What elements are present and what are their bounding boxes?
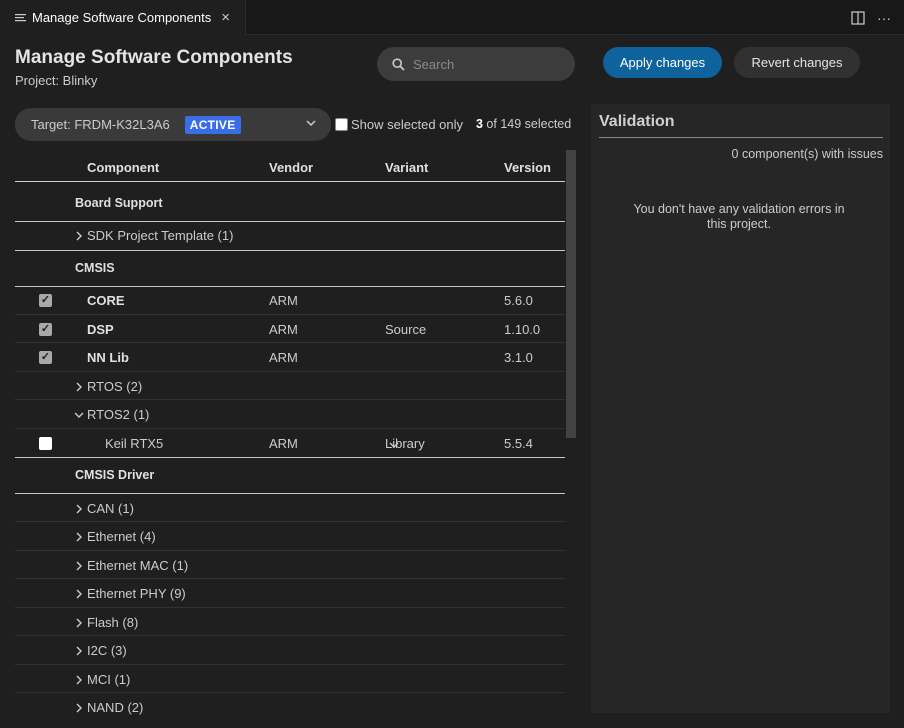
divider bbox=[15, 578, 565, 579]
show-selected-only-toggle[interactable]: Show selected only bbox=[335, 117, 463, 132]
component-vendor: ARM bbox=[269, 436, 298, 451]
editor-tab-bar: Manage Software Components × ··· bbox=[0, 0, 904, 35]
divider bbox=[15, 371, 565, 372]
divider bbox=[15, 286, 565, 287]
component-version: 1.10.0 bbox=[504, 322, 541, 337]
divider bbox=[15, 550, 565, 551]
table-header: Component Vendor Variant Version bbox=[15, 152, 565, 182]
chevron-right-icon[interactable] bbox=[75, 532, 83, 542]
tab-manage-software-components[interactable]: Manage Software Components × bbox=[0, 0, 246, 35]
column-component[interactable]: Component bbox=[87, 160, 159, 175]
validation-panel: Validation 0 component(s) with issues Yo… bbox=[591, 104, 890, 713]
search-box[interactable] bbox=[377, 47, 575, 81]
split-editor-icon[interactable] bbox=[850, 10, 866, 26]
divider bbox=[15, 664, 565, 665]
divider bbox=[15, 314, 565, 315]
component-name: NN Lib bbox=[87, 350, 129, 365]
project-name: Project: Blinky bbox=[15, 73, 98, 88]
category-name: CMSIS bbox=[75, 261, 115, 275]
divider bbox=[15, 521, 565, 522]
divider bbox=[15, 607, 565, 608]
more-actions-icon[interactable]: ··· bbox=[876, 10, 892, 26]
column-version[interactable]: Version bbox=[504, 160, 551, 175]
group-name: Ethernet MAC (1) bbox=[87, 558, 189, 573]
group-name: Ethernet PHY (9) bbox=[87, 586, 186, 601]
group-name: MCI (1) bbox=[87, 672, 131, 687]
target-label: Target: FRDM-K32L3A6 bbox=[31, 117, 170, 132]
component-name: DSP bbox=[87, 322, 114, 337]
divider bbox=[15, 493, 565, 494]
group-name: RTOS (2) bbox=[87, 379, 143, 394]
variant-dropdown[interactable]: Library bbox=[385, 436, 425, 451]
divider bbox=[15, 428, 565, 429]
show-selected-label: Show selected only bbox=[351, 117, 464, 132]
show-selected-checkbox[interactable] bbox=[335, 118, 348, 131]
column-variant[interactable]: Variant bbox=[385, 160, 428, 175]
group-name: I2C (3) bbox=[87, 643, 127, 658]
column-vendor[interactable]: Vendor bbox=[269, 160, 313, 175]
revert-changes-button[interactable]: Revert changes bbox=[734, 47, 860, 78]
group-name: SDK Project Template (1) bbox=[87, 228, 234, 243]
component-variant: Library bbox=[385, 436, 425, 451]
close-icon[interactable]: × bbox=[221, 9, 230, 26]
components-table: Component Vendor Variant Version Board S… bbox=[15, 152, 565, 728]
group-name: NAND (2) bbox=[87, 700, 144, 715]
divider bbox=[599, 137, 883, 138]
chevron-right-icon[interactable] bbox=[75, 231, 83, 241]
chevron-right-icon[interactable] bbox=[75, 382, 83, 392]
component-vendor: ARM bbox=[269, 322, 298, 337]
chevron-right-icon[interactable] bbox=[75, 675, 83, 685]
divider bbox=[15, 399, 565, 400]
selected-number: 3 bbox=[476, 117, 483, 131]
search-icon bbox=[392, 57, 405, 71]
category-name: Board Support bbox=[75, 196, 163, 210]
chevron-right-icon[interactable] bbox=[75, 589, 83, 599]
divider bbox=[15, 221, 565, 222]
component-name: Keil RTX5 bbox=[105, 436, 164, 451]
divider bbox=[15, 250, 565, 251]
group-name: Ethernet (4) bbox=[87, 529, 156, 544]
component-vendor: ARM bbox=[269, 293, 298, 308]
chevron-right-icon[interactable] bbox=[75, 504, 83, 514]
validation-issue-count: 0 component(s) with issues bbox=[731, 147, 883, 161]
group-name: RTOS2 (1) bbox=[87, 407, 150, 422]
preview-icon bbox=[15, 13, 26, 21]
chevron-right-icon[interactable] bbox=[75, 618, 83, 628]
divider bbox=[15, 635, 565, 636]
component-version: 3.1.0 bbox=[504, 350, 533, 365]
chevron-right-icon[interactable] bbox=[75, 703, 83, 713]
component-name: CORE bbox=[87, 293, 125, 308]
table-scrollbar[interactable] bbox=[566, 150, 576, 438]
component-checkbox[interactable] bbox=[39, 437, 52, 450]
validation-title: Validation bbox=[599, 113, 675, 130]
active-badge: ACTIVE bbox=[184, 115, 241, 134]
validation-message: You don't have any validation errors in … bbox=[633, 202, 845, 231]
divider bbox=[15, 692, 565, 693]
category-name: CMSIS Driver bbox=[75, 468, 155, 482]
component-version: 5.5.4 bbox=[504, 436, 533, 451]
selection-count: 3 of 149 selected bbox=[476, 117, 571, 131]
divider bbox=[15, 457, 565, 458]
component-variant: Source bbox=[385, 322, 427, 337]
tab-title: Manage Software Components bbox=[32, 10, 212, 25]
component-checkbox[interactable]: ✓ bbox=[39, 294, 52, 307]
chevron-down-icon[interactable] bbox=[74, 410, 84, 420]
search-input[interactable] bbox=[413, 56, 563, 72]
group-name: Flash (8) bbox=[87, 615, 139, 630]
component-checkbox[interactable]: ✓ bbox=[39, 323, 52, 336]
selection-total: of 149 selected bbox=[482, 117, 572, 131]
chevron-right-icon[interactable] bbox=[75, 561, 83, 571]
chevron-right-icon[interactable] bbox=[75, 646, 83, 656]
target-selector[interactable]: Target: FRDM-K32L3A6 ACTIVE bbox=[15, 108, 331, 141]
page-title: Manage Software Components bbox=[15, 47, 293, 68]
apply-changes-button[interactable]: Apply changes bbox=[603, 47, 722, 78]
group-name: CAN (1) bbox=[87, 501, 134, 516]
tab-actions: ··· bbox=[850, 0, 892, 35]
divider bbox=[15, 342, 565, 343]
component-checkbox[interactable]: ✓ bbox=[39, 351, 52, 364]
component-version: 5.6.0 bbox=[504, 293, 533, 308]
component-vendor: ARM bbox=[269, 350, 298, 365]
chevron-down-icon bbox=[306, 120, 316, 127]
